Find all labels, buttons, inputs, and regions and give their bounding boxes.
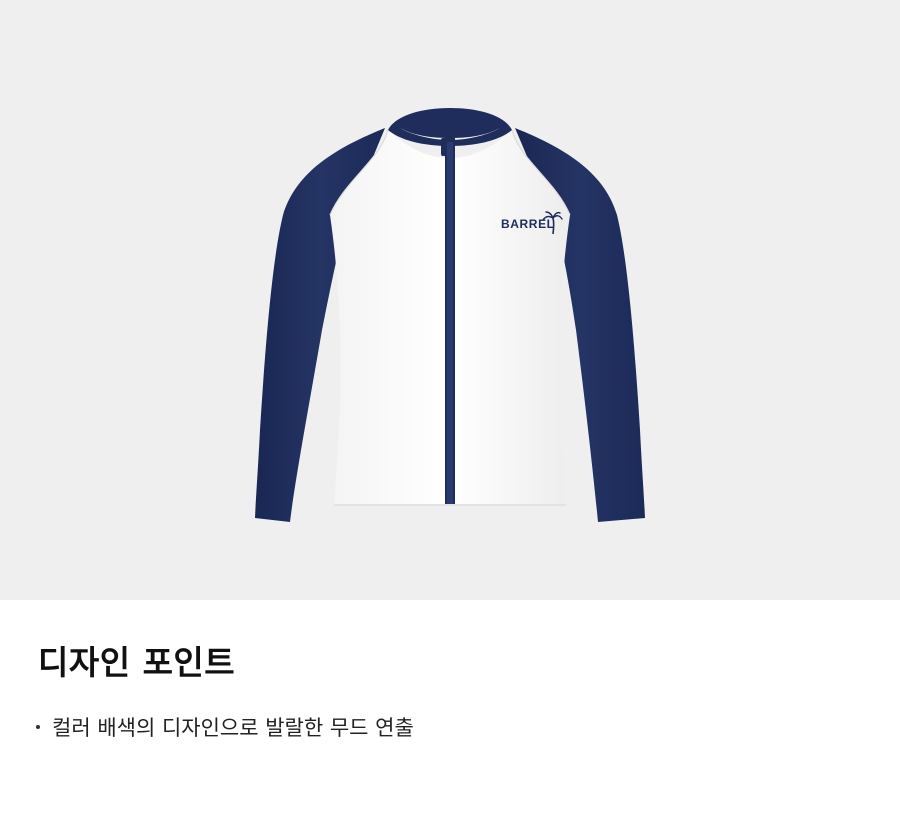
product-photo: BARREL [0, 0, 900, 600]
design-point-section: 디자인 포인트 컬러 배색의 디자인으로 발랄한 무드 연출 [0, 600, 900, 820]
design-point-bullet-text: 컬러 배색의 디자인으로 발랄한 무드 연출 [52, 716, 414, 740]
design-point-bullet: 컬러 배색의 디자인으로 발랄한 무드 연출 [36, 712, 414, 742]
design-point-title: 디자인 포인트 [38, 643, 236, 682]
barrel-logo-text: BARREL [501, 217, 555, 231]
rashguard-illustration: BARREL [255, 108, 645, 522]
bullet-dot-icon [36, 725, 40, 729]
